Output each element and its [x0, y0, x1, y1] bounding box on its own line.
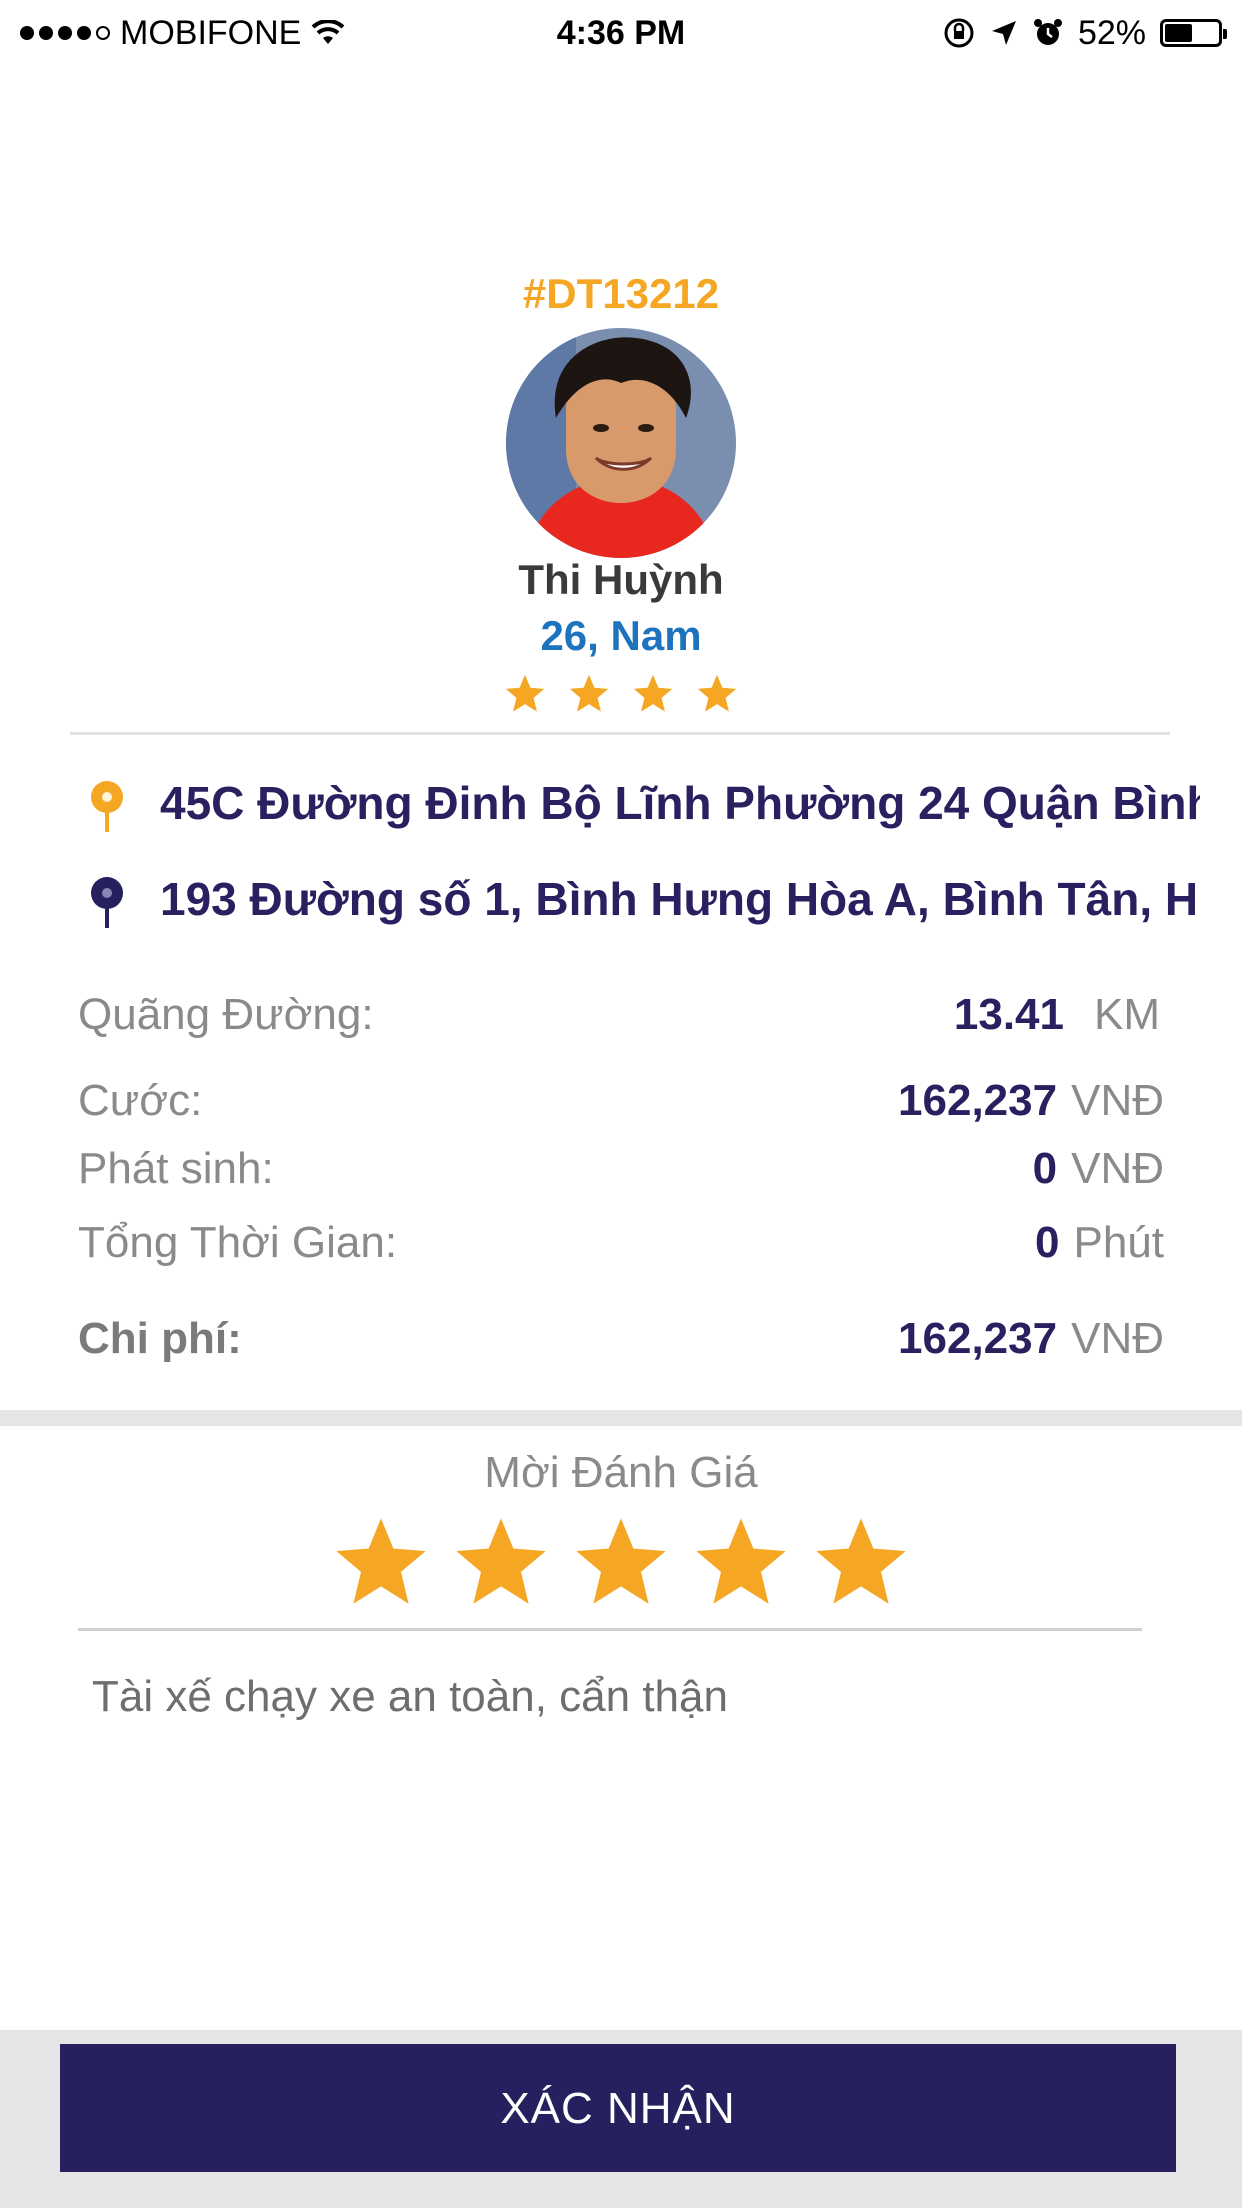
fare-label: Cước:: [78, 1076, 203, 1125]
star-icon: [505, 674, 545, 712]
total-time-label: Tổng Thời Gian:: [78, 1218, 398, 1267]
location-arrow-icon: [991, 21, 1016, 45]
battery-icon: [1160, 19, 1227, 47]
divider: [78, 1628, 1142, 1631]
rating-star-icon[interactable]: [330, 1512, 432, 1614]
distance-value: 13.41 KM: [953, 990, 1160, 1039]
rotation-lock-icon: [944, 18, 974, 48]
total-cost-value: 162,237 VNĐ: [898, 1314, 1164, 1363]
rating-title: Mời Đánh Giá: [484, 1448, 758, 1497]
divider: [70, 732, 1170, 735]
pickup-pin-icon: [88, 780, 126, 837]
rating-star-icon[interactable]: [810, 1512, 912, 1614]
total-cost-label: Chi phí:: [78, 1314, 242, 1363]
comment-input[interactable]: Tài xế chạy xe an toàn, cẩn thận: [92, 1672, 1152, 1722]
star-icon: [569, 674, 609, 712]
driver-avatar: [506, 328, 736, 558]
dropoff-pin-icon: [88, 876, 126, 933]
distance-label: Quãng Đường:: [78, 990, 374, 1039]
confirm-button[interactable]: XÁC NHẬN: [60, 2044, 1176, 2172]
status-bar-right: 52%: [942, 10, 1227, 56]
battery-percent: 52%: [1077, 14, 1146, 52]
driver-name: Thi Huỳnh: [518, 556, 724, 603]
total-time-value: 0 Phút: [1035, 1218, 1164, 1267]
extra-label: Phát sinh:: [78, 1144, 274, 1193]
driver-age-gender: 26, Nam: [540, 612, 702, 659]
star-icon: [697, 674, 737, 712]
driver-rating: [0, 672, 1242, 716]
rating-star-icon[interactable]: [690, 1512, 792, 1614]
star-icon: [633, 674, 673, 712]
trip-id: #DT13212: [522, 270, 720, 317]
dropoff-address: 193 Đường số 1, Bình Hưng Hòa A, Bình Tâ…: [160, 873, 1200, 925]
alarm-icon: [1033, 19, 1062, 45]
extra-value: 0 VNĐ: [1032, 1144, 1164, 1193]
pickup-address: 45C Đường Đinh Bộ Lĩnh Phường 24 Quận Bì…: [160, 777, 1200, 829]
rating-stars[interactable]: [0, 1512, 1242, 1614]
rating-star-icon[interactable]: [570, 1512, 672, 1614]
rating-star-icon[interactable]: [450, 1512, 552, 1614]
fare-value: 162,237 VNĐ: [898, 1076, 1164, 1125]
section-divider: [0, 1410, 1242, 1426]
